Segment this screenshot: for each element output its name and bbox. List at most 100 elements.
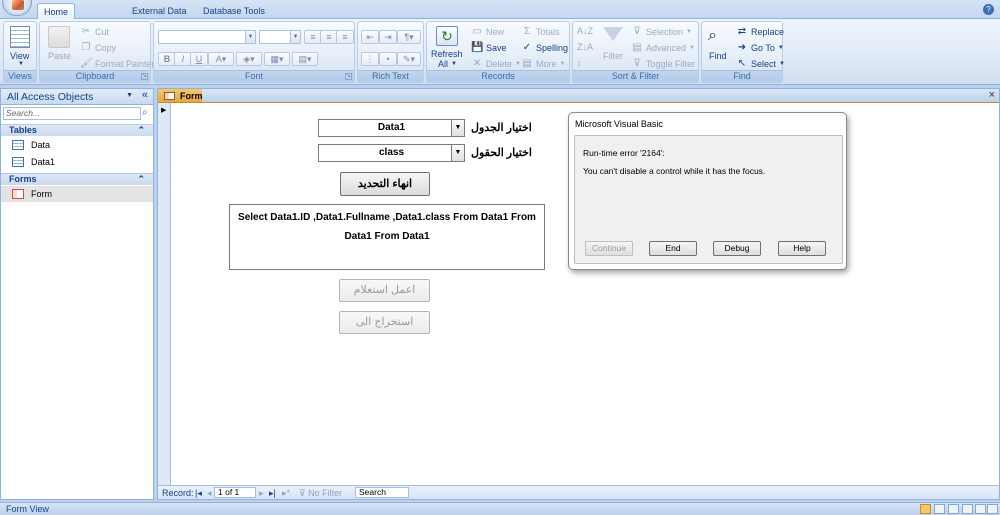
collapse-section-icon[interactable]: ⌃ — [137, 125, 145, 136]
sql-textbox[interactable]: Select Data1.ID ,Data1.Fullname ,Data1.c… — [229, 204, 545, 270]
record-selector[interactable]: ▶ — [158, 103, 171, 485]
tab-external-data[interactable]: External Data — [126, 3, 193, 19]
form-view-icon[interactable] — [920, 504, 931, 514]
help-button[interactable]: Help — [778, 241, 826, 256]
refresh-all-sublabel: All — [438, 59, 449, 69]
format-painter-button[interactable]: 🖌 Format Painter — [80, 58, 155, 69]
paste-button[interactable]: Paste — [48, 51, 71, 61]
view-button[interactable]: View — [10, 51, 29, 61]
clipboard-launcher-icon[interactable]: ↘ — [141, 73, 148, 80]
tab-form[interactable]: Form — [158, 89, 203, 103]
advanced-button[interactable]: ▤ Advanced ▼ — [631, 42, 695, 53]
font-color-icon[interactable]: A▾ — [208, 52, 234, 66]
close-icon[interactable]: × — [989, 89, 995, 101]
run-query-button[interactable]: اعمل استعلام — [339, 279, 430, 302]
refresh-all-label: All ▼ — [438, 59, 457, 69]
sort-descending-icon[interactable]: Z↓A — [577, 42, 593, 52]
find-button[interactable]: Find — [709, 51, 727, 61]
search-icon[interactable]: ⌕ — [142, 107, 148, 118]
sort-ascending-icon[interactable]: A↓Z — [577, 26, 593, 36]
debug-button[interactable]: Debug — [713, 241, 761, 256]
record-position-input[interactable]: 1 of 1 — [214, 487, 256, 498]
select-button[interactable]: ↖ Select ▼ — [736, 58, 785, 69]
rich-text-group-label: Rich Text — [358, 70, 423, 82]
chevron-down-icon[interactable]: ▼ — [451, 120, 464, 136]
replace-button[interactable]: ⇄ Replace — [736, 26, 784, 37]
alternate-fill-icon[interactable]: ▤▾ — [292, 52, 318, 66]
table-select-label: اختيار الجدول — [471, 122, 532, 134]
new-record-button[interactable]: ▭ New — [471, 26, 504, 37]
spelling-button[interactable]: ✓ Spelling — [521, 42, 568, 53]
extract-to-button[interactable]: استخراج الى — [339, 311, 430, 334]
sort-filter-group: A↓Z Z↓A ↕ Filter ⊽ Selection ▼ ▤ Advanced ▼ … — [572, 21, 699, 83]
save-icon: 💾 — [471, 42, 484, 53]
office-button[interactable] — [2, 0, 32, 16]
filter-icon — [603, 27, 623, 41]
new-record-icon[interactable]: ▸* — [282, 488, 290, 499]
tab-database-tools[interactable]: Database Tools — [197, 3, 271, 19]
highlight-icon[interactable]: ✎▾ — [397, 52, 421, 66]
more-button[interactable]: ▤ More ▼ — [521, 58, 565, 69]
record-search-input[interactable]: Search — [355, 487, 409, 498]
tab-home[interactable]: Home — [37, 3, 76, 20]
nav-pane-header[interactable]: All Access Objects ▼ « — [1, 89, 153, 105]
numbering-icon[interactable]: ⋮ — [361, 52, 379, 66]
clipboard-group-label: Clipboard — [40, 70, 150, 82]
chevron-down-icon[interactable]: ▼ — [126, 92, 133, 99]
pivot-chart-view-icon[interactable] — [975, 504, 986, 514]
chevron-down-icon[interactable]: ▼ — [451, 145, 464, 161]
paragraph-direction-icon[interactable]: ¶▾ — [397, 30, 421, 44]
design-view-icon[interactable] — [987, 504, 998, 514]
delete-record-button[interactable]: ✕ Delete ▼ — [471, 58, 521, 69]
bullets-icon[interactable]: • — [379, 52, 397, 66]
nav-search-input[interactable]: Search... — [3, 107, 141, 120]
previous-record-icon[interactable]: ◂ — [207, 488, 212, 499]
font-name-combo[interactable]: ▼ — [158, 30, 256, 44]
nav-item-form[interactable]: Form — [1, 186, 153, 202]
font-launcher-icon[interactable]: ↘ — [345, 73, 352, 80]
nav-item-data-table[interactable]: Data — [1, 137, 153, 153]
last-record-icon[interactable]: ▸| — [269, 488, 276, 499]
more-label: More — [536, 58, 557, 69]
totals-button[interactable]: Σ Totals — [521, 26, 560, 37]
fields-combo-value: class — [378, 147, 405, 158]
cut-button[interactable]: ✂ Cut — [80, 26, 109, 37]
clear-sort-icon[interactable]: ↕ — [577, 58, 582, 68]
fields-combo[interactable]: class ▼ — [318, 144, 465, 162]
no-filter-indicator[interactable]: ⊽ No Filter — [299, 488, 342, 499]
tab-create[interactable] — [80, 3, 92, 19]
dialog-title: Microsoft Visual Basic — [575, 119, 663, 129]
align-right-icon[interactable]: ≡ — [336, 30, 354, 44]
replace-icon: ⇄ — [737, 26, 747, 37]
go-to-button[interactable]: ➜ Go To ▼ — [736, 42, 784, 53]
save-record-button[interactable]: 💾 Save — [471, 42, 507, 53]
collapse-section-icon[interactable]: ⌃ — [137, 174, 145, 185]
nav-item-data1-table[interactable]: Data1 — [1, 154, 153, 170]
table-combo[interactable]: Data1 ▼ — [318, 119, 465, 137]
help-icon[interactable]: ? — [983, 4, 994, 15]
copy-button[interactable]: ❐ Copy — [80, 42, 117, 53]
underline-icon[interactable]: U — [190, 52, 208, 66]
decrease-indent-icon[interactable]: ⇤ — [361, 30, 379, 44]
next-record-icon[interactable]: ▸ — [259, 488, 264, 499]
layout-view-icon[interactable] — [948, 504, 959, 514]
first-record-icon[interactable]: |◂ — [195, 488, 202, 499]
pivot-table-view-icon[interactable] — [962, 504, 973, 514]
filter-button[interactable]: Filter — [603, 51, 623, 61]
continue-button[interactable]: Continue — [585, 241, 633, 256]
nav-section-forms[interactable]: Forms ⌃ — [1, 173, 153, 185]
increase-indent-icon[interactable]: ⇥ — [379, 30, 397, 44]
datasheet-view-icon[interactable] — [934, 504, 945, 514]
nav-section-tables[interactable]: Tables ⌃ — [1, 124, 153, 136]
record-navigation-bar: Record: |◂ ◂ 1 of 1 ▸ ▸| ▸* ⊽ No Filter … — [158, 485, 999, 499]
toggle-filter-button[interactable]: ⊽ Toggle Filter — [631, 58, 695, 69]
selection-button[interactable]: ⊽ Selection ▼ — [631, 26, 692, 37]
refresh-all-button[interactable]: Refresh — [431, 49, 463, 59]
end-selection-button[interactable]: انهاء التحديد — [340, 172, 430, 196]
font-size-combo[interactable]: ▼ — [259, 30, 301, 44]
end-button[interactable]: End — [649, 241, 697, 256]
gridlines-icon[interactable]: ▦▾ — [264, 52, 290, 66]
fill-color-icon[interactable]: ◈▾ — [236, 52, 262, 66]
form-icon — [12, 189, 24, 199]
collapse-pane-icon[interactable]: « — [142, 89, 148, 101]
